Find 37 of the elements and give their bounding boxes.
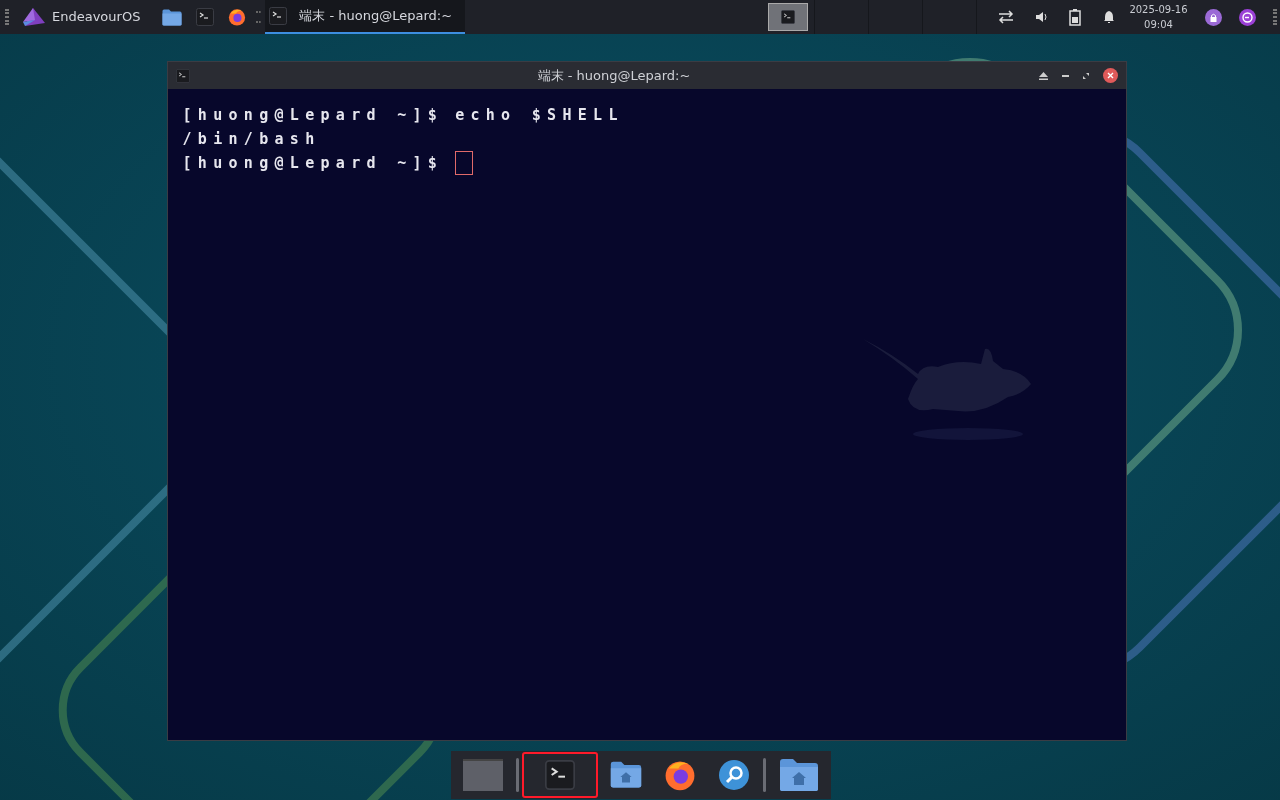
taskbar-task[interactable]: 端末 - huong@Lepard:~ (265, 0, 466, 34)
drag-handle-icon (1272, 9, 1277, 25)
logo-icon (21, 7, 47, 27)
command-output: /bin/bash (182, 129, 321, 150)
browser-icon[interactable] (663, 759, 696, 791)
folder-icon[interactable] (162, 8, 183, 26)
clock-date: 2025-09-16 (1129, 3, 1188, 17)
clock-time: 09:04 (1144, 18, 1173, 32)
shell-prompt: [huong@Lepard ~]$ (182, 105, 444, 126)
terminal-icon (544, 760, 575, 790)
terminal-icon (175, 68, 190, 83)
terminal-icon (780, 10, 795, 24)
maximize-icon[interactable] (1082, 72, 1089, 79)
clock[interactable]: 2025-09-16 09:04 (1129, 2, 1188, 32)
browser-icon[interactable] (228, 8, 247, 26)
notification-bell-icon[interactable] (1103, 10, 1116, 24)
shell-prompt: [huong@Lepard ~]$ (182, 153, 444, 174)
folder-icon[interactable] (778, 758, 819, 792)
search-icon (717, 759, 750, 791)
battery-icon[interactable] (1069, 8, 1084, 26)
dock-terminal-button[interactable] (521, 752, 598, 798)
command-text: echo $SHELL (455, 105, 624, 126)
home-folder-icon[interactable] (609, 761, 642, 789)
volume-icon[interactable] (1035, 10, 1050, 24)
network-icon[interactable] (997, 10, 1016, 24)
terminal-icon (269, 7, 288, 25)
window-title: 端末 - huong@Lepard:~ (536, 66, 692, 85)
drag-handle-icon (5, 9, 9, 25)
lock-icon[interactable] (1204, 8, 1222, 26)
eject-icon[interactable] (1038, 71, 1048, 80)
terminal-area[interactable]: [huong@Lepard ~]$ echo $SHELL /bin/bash [huong@Lepard ~]$ (167, 89, 1126, 740)
close-icon[interactable] (1102, 68, 1118, 83)
app-menu-button[interactable]: EndeavourOS (21, 0, 141, 34)
minimize-icon[interactable] (1061, 74, 1069, 77)
terminal-icon (196, 8, 215, 26)
logout-icon[interactable] (1238, 8, 1256, 26)
separator-icon (256, 11, 262, 23)
